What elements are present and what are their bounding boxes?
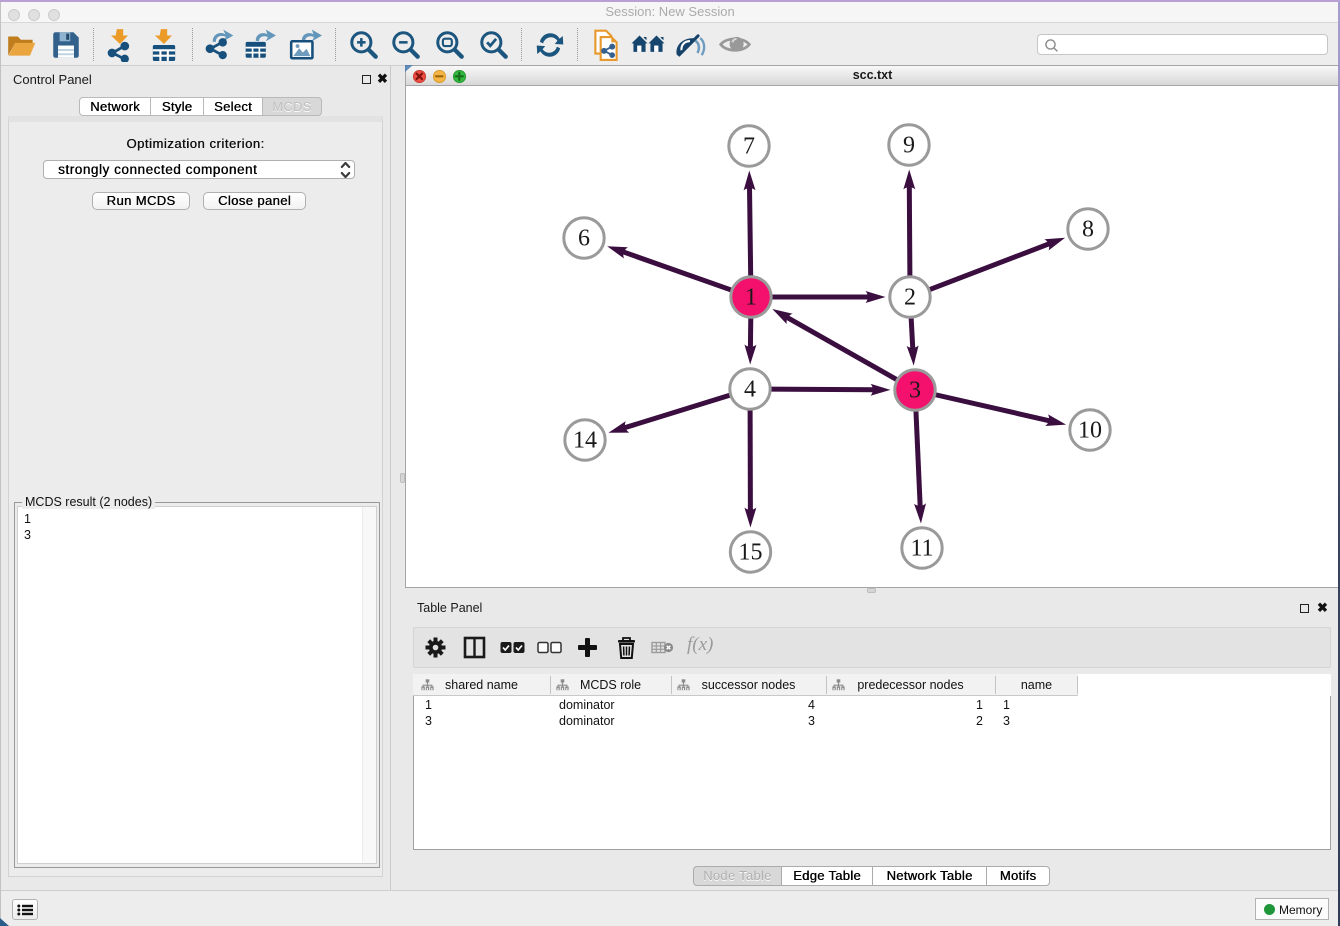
svg-text:3: 3 xyxy=(909,378,921,404)
svg-text:14: 14 xyxy=(573,428,597,454)
svg-text:10: 10 xyxy=(1078,418,1102,444)
svg-text:15: 15 xyxy=(739,540,763,566)
svg-text:6: 6 xyxy=(578,226,590,252)
svg-text:2: 2 xyxy=(904,285,916,311)
svg-text:11: 11 xyxy=(910,536,933,562)
svg-text:9: 9 xyxy=(903,133,915,159)
svg-text:4: 4 xyxy=(744,377,756,403)
svg-text:7: 7 xyxy=(743,134,755,160)
svg-text:8: 8 xyxy=(1082,217,1094,243)
svg-text:1: 1 xyxy=(745,285,757,311)
